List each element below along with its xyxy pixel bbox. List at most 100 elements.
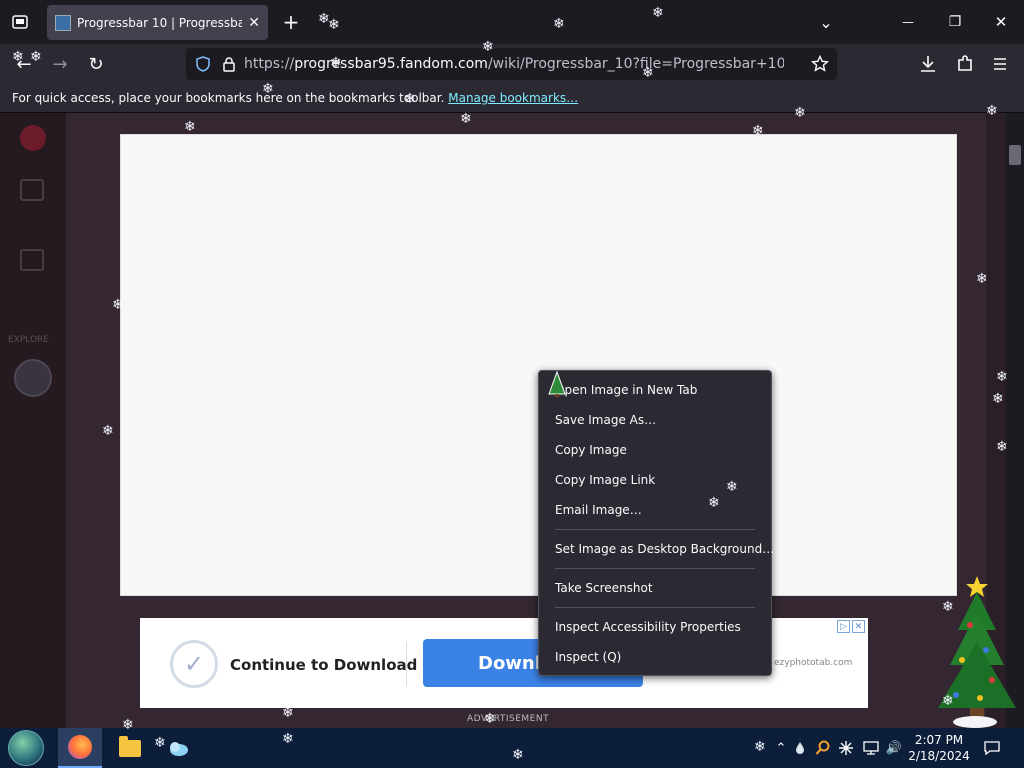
snowflake-icon: ❄: [30, 49, 42, 65]
context-menu: Open Image in New Tab Save Image As… Cop…: [538, 370, 774, 676]
list-all-tabs-icon[interactable]: ⌄: [814, 10, 838, 34]
maximize-button[interactable]: ❐: [943, 10, 967, 34]
menu-separator: [555, 607, 755, 608]
snowflake-icon: ❄: [330, 55, 342, 71]
snowflake-icon: ❄: [12, 49, 24, 65]
snowflake-icon: ❄: [553, 16, 565, 32]
tab-close-icon[interactable]: ✕: [248, 15, 260, 31]
snowflake-icon: ❄: [262, 81, 274, 97]
snowflake-icon: ❄: [282, 705, 294, 721]
notification-icon[interactable]: [980, 728, 1004, 768]
weather-icon: [170, 742, 188, 756]
forward-button[interactable]: →: [48, 52, 72, 76]
menu-inspect[interactable]: Inspect (Q): [539, 642, 771, 672]
downloads-icon[interactable]: [918, 54, 938, 74]
tray-drop-icon[interactable]: [792, 728, 808, 768]
check-icon: ✓: [170, 640, 218, 688]
tab-title: Progressbar 10 | Progressbar95: [77, 15, 243, 30]
bookmarks-toolbar: For quick access, place your bookmarks h…: [0, 84, 1024, 113]
snowflake-icon: ❄: [184, 119, 196, 135]
network-icon[interactable]: [861, 728, 881, 768]
snowflake-icon: ❄: [942, 599, 954, 615]
url-text[interactable]: https://progressbar95.fandom.com/wiki/Pr…: [244, 56, 784, 72]
menu-copy-image[interactable]: Copy Image: [539, 435, 771, 465]
snowflake-icon: ❄: [652, 5, 664, 21]
manage-bookmarks-link[interactable]: Manage bookmarks…: [448, 91, 578, 105]
rail-games-icon[interactable]: [20, 249, 44, 271]
snowflake-icon: ❄: [996, 439, 1008, 455]
menu-separator: [555, 529, 755, 530]
menu-take-screenshot[interactable]: Take Screenshot: [539, 573, 771, 603]
volume-icon[interactable]: 🔊: [884, 728, 904, 768]
snowflake-icon: ❄: [726, 479, 738, 495]
url-path: /wiki/Progressbar_10?file=Progressbar+10…: [487, 56, 784, 72]
snowflake-icon: ❄: [976, 271, 988, 287]
menu-save-image-as[interactable]: Save Image As…: [539, 405, 771, 435]
snowflake-icon: ❄: [754, 739, 766, 755]
rail-news-icon[interactable]: [20, 179, 44, 201]
minimize-button[interactable]: —: [896, 10, 920, 34]
fandom-logo-icon[interactable]: [20, 125, 46, 151]
tab-strip: Progressbar 10 | Progressbar95 ✕ + ⌄ — ❐…: [0, 0, 1024, 44]
taskbar-explorer[interactable]: [108, 728, 152, 768]
clock-time: 2:07 PM: [914, 733, 964, 747]
snowflake-icon: ❄: [512, 747, 524, 763]
tray-search-icon[interactable]: [814, 728, 832, 768]
snowflake-icon: ❄: [992, 391, 1004, 407]
tree-cursor-icon: [548, 370, 566, 397]
tray-sparkle-icon[interactable]: [837, 728, 855, 768]
menu-open-image-new-tab[interactable]: Open Image in New Tab: [539, 375, 771, 405]
menu-set-desktop-background[interactable]: Set Image as Desktop Background…: [539, 534, 774, 564]
tab-progressbar[interactable]: Progressbar 10 | Progressbar95 ✕: [47, 5, 268, 40]
snowflake-icon: ❄: [482, 39, 494, 55]
ad-headline[interactable]: Continue to Download: [230, 656, 417, 674]
menu-hamburger-icon[interactable]: [990, 54, 1010, 74]
snowflake-icon: ❄: [404, 91, 416, 107]
menu-email-image[interactable]: Email Image…: [539, 495, 771, 525]
rail-label: EXPLORE: [8, 335, 49, 345]
firefox-view-icon[interactable]: [8, 10, 32, 34]
ad-close-icon[interactable]: ✕: [852, 620, 865, 633]
clock-date: 2/18/2024: [908, 749, 970, 763]
close-window-button[interactable]: ✕: [989, 10, 1013, 34]
tracking-shield-icon[interactable]: [195, 56, 211, 72]
scrollbar-thumb[interactable]: [1009, 145, 1021, 165]
extensions-icon[interactable]: [955, 54, 975, 74]
snowflake-icon: ❄: [282, 731, 294, 747]
snowflake-icon: ❄: [794, 105, 806, 121]
taskbar-firefox[interactable]: [58, 728, 102, 768]
new-tab-button[interactable]: +: [280, 10, 302, 34]
snowflake-icon: ❄: [154, 735, 166, 751]
snowflake-icon: ❄: [460, 111, 472, 127]
snowflake-icon: ❄: [708, 495, 720, 511]
url-prefix: https://: [244, 56, 295, 72]
tab-favicon-icon: [55, 14, 71, 31]
snowflake-icon: ❄: [642, 65, 654, 81]
snowflake-icon: ❄: [942, 693, 954, 709]
rail-avatar[interactable]: [14, 359, 52, 397]
snowflake-icon: ❄: [752, 123, 764, 139]
firefox-icon: [68, 735, 92, 759]
lock-icon[interactable]: [222, 56, 236, 72]
reload-button[interactable]: ↻: [84, 52, 108, 76]
snowflake-icon: ❄: [112, 297, 124, 313]
snowflake-icon: ❄: [102, 423, 114, 439]
snowflake-icon: ❄: [986, 103, 998, 119]
menu-inspect-accessibility[interactable]: Inspect Accessibility Properties: [539, 612, 771, 642]
bookmark-star-icon[interactable]: [811, 55, 829, 73]
snowflake-icon: ❄: [122, 717, 134, 733]
bookmarks-hint: For quick access, place your bookmarks h…: [12, 91, 445, 105]
url-bar[interactable]: https://progressbar95.fandom.com/wiki/Pr…: [186, 48, 837, 80]
folder-icon: [119, 735, 141, 757]
menu-separator: [555, 568, 755, 569]
snowflake-icon: ❄: [484, 711, 496, 727]
taskbar-clock[interactable]: 2:07 PM 2/18/2024: [906, 732, 972, 764]
navigation-bar: ← → ↻ https://progressbar95.fandom.com/w…: [0, 44, 1024, 84]
ad-info-icon[interactable]: ▷: [837, 620, 850, 633]
ad-source: ezyphototab.com: [774, 658, 853, 668]
tray-chevron-icon[interactable]: ⌃: [772, 728, 790, 768]
start-button[interactable]: [8, 730, 44, 766]
snowflake-icon: ❄: [328, 17, 340, 33]
fandom-side-rail: EXPLORE: [0, 113, 66, 728]
url-host: progressbar95.fandom.com: [294, 56, 488, 72]
